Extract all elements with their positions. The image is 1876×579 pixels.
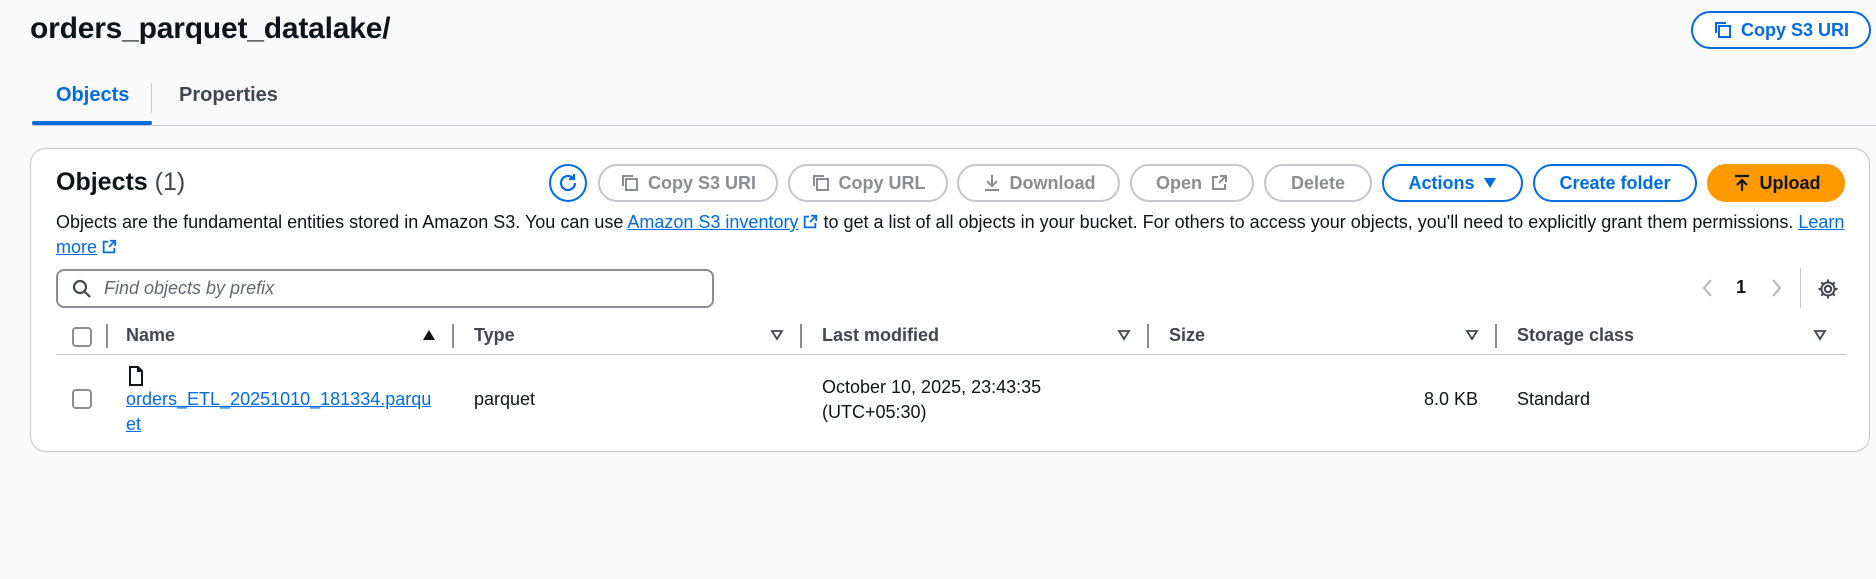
- column-header-storage-class[interactable]: Storage class: [1517, 325, 1634, 346]
- external-link-icon: [1212, 175, 1227, 190]
- copy-s3-uri-button[interactable]: Copy S3 URI: [598, 164, 778, 202]
- column-header-name[interactable]: Name: [126, 325, 175, 346]
- upload-label: Upload: [1759, 172, 1821, 193]
- file-icon: [129, 366, 143, 386]
- download-icon: [984, 175, 999, 191]
- object-size: 8.0 KB: [1423, 389, 1478, 409]
- s3-inventory-link-label: Amazon S3 inventory: [627, 212, 799, 232]
- search-box[interactable]: [56, 269, 714, 308]
- search-input[interactable]: [104, 278, 664, 299]
- object-type: parquet: [474, 389, 536, 409]
- refresh-icon: [559, 174, 577, 192]
- chevron-right-icon[interactable]: [1768, 276, 1784, 300]
- description-text: Objects are the fundamental entities sto…: [56, 212, 628, 232]
- upload-button[interactable]: Upload: [1707, 164, 1845, 202]
- row-select-checkbox[interactable]: [72, 389, 92, 409]
- delete-button[interactable]: Delete: [1264, 164, 1372, 202]
- open-label: Open: [1155, 172, 1202, 193]
- copy-icon: [812, 175, 829, 191]
- copy-url-button[interactable]: Copy URL: [788, 164, 948, 202]
- column-divider: [1147, 324, 1149, 348]
- tab-properties[interactable]: Properties: [179, 84, 278, 107]
- actions-label: Actions: [1408, 172, 1475, 193]
- sort-icon[interactable]: [1465, 329, 1479, 341]
- gear-icon[interactable]: [1817, 278, 1839, 300]
- copy-url-label: Copy URL: [838, 172, 926, 193]
- column-divider: [106, 324, 108, 348]
- pager-divider: [1800, 268, 1801, 308]
- s3-inventory-link[interactable]: Amazon S3 inventory: [627, 212, 798, 232]
- column-header-last-modified[interactable]: Last modified: [822, 325, 939, 346]
- chevron-left-icon[interactable]: [1700, 276, 1716, 300]
- delete-label: Delete: [1290, 172, 1346, 193]
- download-button[interactable]: Download: [957, 164, 1120, 202]
- column-divider: [800, 324, 802, 348]
- external-link-icon: [804, 214, 818, 229]
- objects-heading: Objects: [56, 168, 148, 196]
- objects-count: (1): [154, 168, 186, 196]
- create-folder-button[interactable]: Create folder: [1533, 164, 1697, 202]
- sort-icon[interactable]: [1117, 329, 1131, 341]
- description-text-2: to get a list of all objects in your buc…: [818, 212, 1799, 232]
- copy-s3-uri-label: Copy S3 URI: [1740, 19, 1850, 40]
- refresh-button[interactable]: [549, 164, 587, 202]
- caret-down-icon: [1483, 178, 1496, 188]
- objects-description: Objects are the fundamental entities sto…: [56, 210, 1846, 260]
- external-link-icon: [102, 239, 117, 254]
- create-folder-label: Create folder: [1559, 172, 1671, 193]
- tabs-divider: [32, 125, 1876, 126]
- column-divider: [1495, 324, 1497, 348]
- copy-icon: [621, 175, 638, 191]
- download-label: Download: [1009, 172, 1096, 193]
- header-copy-s3-uri-button[interactable]: Copy S3 URI: [1691, 11, 1871, 49]
- object-name-link[interactable]: orders_ETL_20251010_181334.parquet: [126, 387, 436, 437]
- column-header-type[interactable]: Type: [474, 325, 515, 346]
- tab-objects[interactable]: Objects: [56, 84, 129, 107]
- tab-divider: [151, 83, 152, 113]
- open-button[interactable]: Open: [1130, 164, 1254, 202]
- table-header-rule: [56, 354, 1846, 355]
- sort-ascending-icon[interactable]: [422, 329, 436, 341]
- page-title: orders_parquet_datalake/: [30, 12, 391, 45]
- copy-icon: [1714, 22, 1731, 38]
- actions-dropdown[interactable]: Actions: [1382, 164, 1523, 202]
- object-storage-class: Standard: [1517, 389, 1591, 409]
- objects-section-title: Objects (1): [56, 168, 185, 197]
- sort-icon[interactable]: [770, 329, 784, 341]
- current-page-number[interactable]: 1: [1736, 277, 1746, 298]
- copy-s3-uri-label: Copy S3 URI: [647, 172, 757, 193]
- sort-icon[interactable]: [1813, 329, 1827, 341]
- search-icon: [72, 279, 91, 298]
- select-all-checkbox[interactable]: [72, 327, 92, 347]
- object-last-modified: October 10, 2025, 23:43:35 (UTC+05:30): [822, 377, 1042, 422]
- column-divider: [452, 324, 454, 348]
- column-header-size[interactable]: Size: [1169, 325, 1205, 346]
- upload-icon: [1734, 174, 1749, 191]
